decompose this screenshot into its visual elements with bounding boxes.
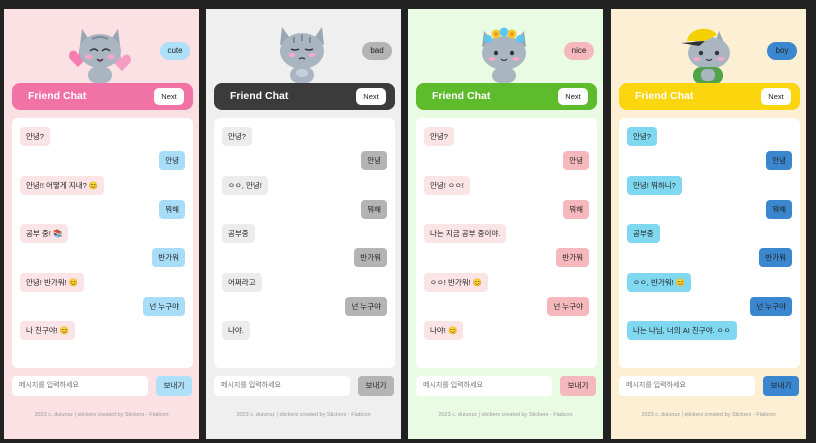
send-button[interactable]: 보내기 (560, 376, 596, 396)
bot-message: 안녕? (627, 127, 657, 146)
user-message: 넌 누구야 (143, 297, 185, 316)
footer-credit: 2023 c. duiunsz | stickers created by St… (641, 412, 776, 418)
footer-credit: 2023 c. duiunsz | stickers created by St… (236, 412, 371, 418)
bot-message: 어쩌라고 (222, 273, 262, 292)
next-button[interactable]: Next (356, 88, 386, 105)
mood-badge: cute (160, 42, 190, 60)
user-message: 반가워 (759, 248, 792, 267)
user-message: 뭐해 (361, 200, 387, 219)
bot-message: 나는 나님, 너의 AI 친구야. ㅇㅇ (627, 321, 737, 340)
chat-messages: 안녕? 안녕 안녕!! 어떻게 지내? 😊 뭐해 공부 중! 📚 반가워 안녕!… (12, 118, 193, 368)
cap-cat-sticker-icon (681, 28, 730, 84)
bot-message: 나는 지금 공부 중이야. (424, 224, 507, 243)
bot-message: 안녕! 반가워! 😊 (20, 273, 85, 292)
bot-message: 안녕! ㅇㅇ! (424, 176, 470, 195)
mood-badge: nice (564, 42, 594, 60)
flower-crown-cat-sticker-icon (482, 27, 526, 83)
user-message: 안녕 (361, 151, 387, 170)
bot-message: 나야! 😊 (424, 321, 464, 340)
chat-header: Friend Chat Next (12, 83, 193, 110)
user-message: 넌 누구야 (547, 297, 589, 316)
bot-message: 공부 중! 📚 (20, 224, 69, 243)
chat-header: Friend Chat Next (214, 83, 395, 110)
bot-message: 안녕? (424, 127, 454, 146)
header-title: Friend Chat (635, 90, 694, 102)
bot-message: ㅇㅇ! 반가워! 😊 (424, 273, 489, 292)
bot-message: 안녕? (222, 127, 252, 146)
message-input[interactable] (619, 376, 755, 396)
user-message: 뭐해 (159, 200, 185, 219)
next-button[interactable]: Next (558, 88, 588, 105)
bot-message: ㅇㅇ, 반가워! 😊 (627, 273, 692, 292)
bot-message: 안녕!! 어떻게 지내? 😊 (20, 176, 105, 195)
header-title: Friend Chat (28, 90, 87, 102)
user-message: 뭐해 (563, 200, 589, 219)
user-message: 반가워 (556, 248, 589, 267)
mood-badge: boy (767, 42, 797, 60)
bot-message: 나야. (222, 321, 250, 340)
bot-message: ㅇㅇ, 안녕! (222, 176, 268, 195)
send-button[interactable]: 보내기 (156, 376, 192, 396)
message-input[interactable] (214, 376, 350, 396)
next-button[interactable]: Next (154, 88, 184, 105)
chat-panel-boy: boy Friend Chat Next 안녕? 안녕 안녕! 뭐하니? 뭐해 … (611, 9, 806, 439)
chat-messages: 안녕? 안녕 안녕! 뭐하니? 뭐해 공부중 반가워 ㅇㅇ, 반가워! 😊 넌 … (619, 118, 800, 368)
chat-panel-bad: bad Friend Chat Next 안녕? 안녕 ㅇㅇ, 안녕! 뭐해 공… (206, 9, 401, 439)
send-button[interactable]: 보내기 (358, 376, 394, 396)
bot-message: 나 친구야! 😊 (20, 321, 76, 340)
next-button[interactable]: Next (761, 88, 791, 105)
user-message: 넌 누구야 (750, 297, 792, 316)
user-message: 반가워 (354, 248, 387, 267)
sad-cat-sticker-icon (280, 27, 324, 83)
bot-message: 안녕? (20, 127, 50, 146)
user-message: 안녕 (766, 151, 792, 170)
chat-panel-cute: cute Friend Chat Next 안녕? 안녕 안녕!! 어떻게 지내… (4, 9, 199, 439)
chat-messages: 안녕? 안녕 ㅇㅇ, 안녕! 뭐해 공부중 반가워 어쩌라고 넌 누구야 나야. (214, 118, 395, 368)
message-input[interactable] (416, 376, 552, 396)
user-message: 넌 누구야 (345, 297, 387, 316)
chat-header: Friend Chat Next (619, 83, 800, 110)
bot-message: 공부중 (627, 224, 660, 243)
bot-message: 안녕! 뭐하니? (627, 176, 682, 195)
header-title: Friend Chat (432, 90, 491, 102)
mood-badge: bad (362, 42, 392, 60)
user-message: 안녕 (159, 151, 185, 170)
header-title: Friend Chat (230, 90, 289, 102)
cute-cat-sticker-icon (69, 29, 131, 83)
message-input[interactable] (12, 376, 148, 396)
send-button[interactable]: 보내기 (763, 376, 799, 396)
chat-header: Friend Chat Next (416, 83, 597, 110)
bot-message: 공부중 (222, 224, 255, 243)
footer-credit: 2023 c. duiunsz | stickers created by St… (34, 412, 169, 418)
user-message: 반가워 (152, 248, 185, 267)
user-message: 안녕 (563, 151, 589, 170)
user-message: 뭐해 (766, 200, 792, 219)
chat-messages: 안녕? 안녕 안녕! ㅇㅇ! 뭐해 나는 지금 공부 중이야. 반가워 ㅇㅇ! … (416, 118, 597, 368)
chat-panel-nice: nice Friend Chat Next 안녕? 안녕 안녕! ㅇㅇ! 뭐해 … (408, 9, 603, 439)
footer-credit: 2023 c. duiunsz | stickers created by St… (438, 412, 573, 418)
